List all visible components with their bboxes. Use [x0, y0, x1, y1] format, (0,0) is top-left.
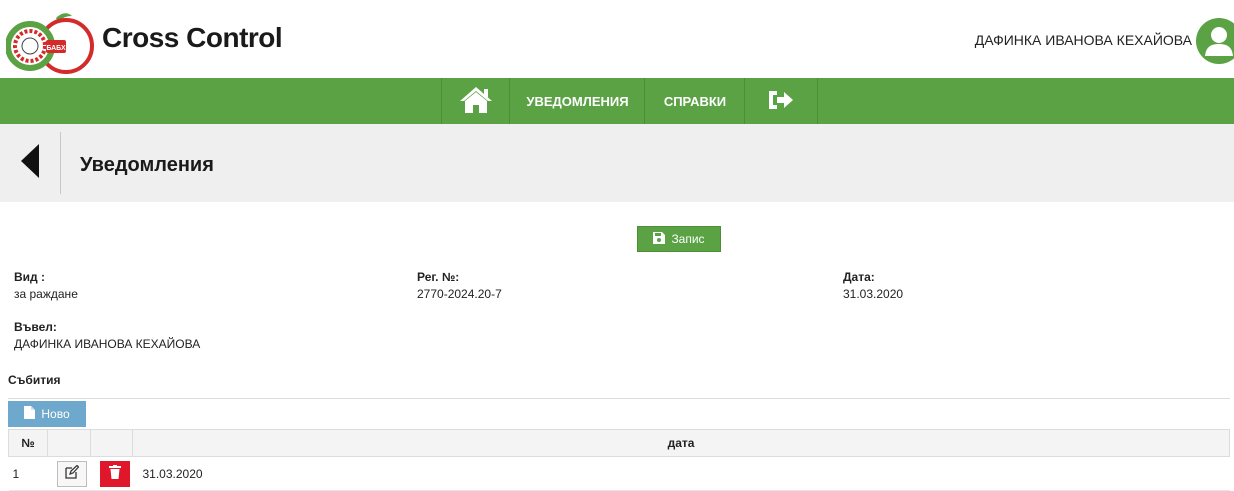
edit-icon: [64, 464, 79, 482]
date-value: 31.03.2020: [843, 287, 904, 301]
nav-notifications[interactable]: УВЕДОМЛЕНИЯ: [509, 78, 645, 124]
main-navbar: УВЕДОМЛЕНИЯ СПРАВКИ: [0, 78, 1234, 124]
entered-by-label: Въвел:: [14, 320, 57, 334]
edit-button[interactable]: [56, 460, 87, 487]
reg-number-label: Рег. №:: [417, 270, 460, 284]
reg-number-value: 2770-2024.20-7: [417, 287, 502, 301]
table-row: 1 31.03.2020: [8, 456, 1230, 491]
row-number: 1: [8, 456, 48, 491]
events-section-label: Събития: [8, 373, 61, 387]
row-date: 31.03.2020: [132, 456, 1230, 491]
svg-text:БАБХ: БАБХ: [46, 45, 66, 52]
edit-cell: [47, 456, 91, 491]
app-header: БАБХ Cross Control ДАФИНКА ИВАНОВА КЕХАЙ…: [0, 0, 1234, 78]
type-value: за раждане: [14, 287, 78, 301]
nav-home[interactable]: [441, 78, 510, 124]
table-header-row: № дата: [8, 429, 1230, 457]
user-avatar-icon[interactable]: [1196, 18, 1234, 64]
events-table: № дата 1 31.03.2020: [8, 429, 1230, 491]
col-edit-header: [47, 429, 91, 457]
file-icon: [24, 406, 36, 422]
trash-icon: [108, 465, 121, 482]
col-date-header[interactable]: дата: [132, 429, 1230, 457]
user-name[interactable]: ДАФИНКА ИВАНОВА КЕХАЙОВА: [975, 32, 1192, 48]
type-label: Вид :: [14, 270, 45, 284]
save-icon: [653, 231, 666, 247]
home-icon: [458, 85, 494, 118]
new-event-button[interactable]: Ново: [8, 401, 86, 427]
delete-cell: [90, 456, 133, 491]
page-title: Уведомления: [80, 154, 214, 176]
save-button[interactable]: Запис: [637, 226, 721, 252]
save-label: Запис: [671, 232, 705, 246]
nav-logout[interactable]: [744, 78, 818, 124]
page-titlebar: Уведомления: [0, 124, 1234, 202]
nav-reports[interactable]: СПРАВКИ: [644, 78, 745, 124]
new-event-label: Ново: [41, 407, 70, 421]
app-title: Cross Control: [102, 22, 283, 53]
delete-button[interactable]: [99, 460, 130, 487]
col-delete-header: [90, 429, 133, 457]
back-button[interactable]: [0, 132, 60, 194]
date-label: Дата:: [843, 270, 875, 284]
title-divider: [60, 132, 61, 194]
section-divider: [8, 398, 1230, 399]
col-number-header[interactable]: №: [8, 429, 48, 457]
babh-logo[interactable]: БАБХ: [5, 12, 96, 74]
back-arrow-icon: [19, 143, 41, 183]
entered-by-value: ДАФИНКА ИВАНОВА КЕХАЙОВА: [14, 337, 201, 351]
logout-icon: [767, 88, 795, 115]
